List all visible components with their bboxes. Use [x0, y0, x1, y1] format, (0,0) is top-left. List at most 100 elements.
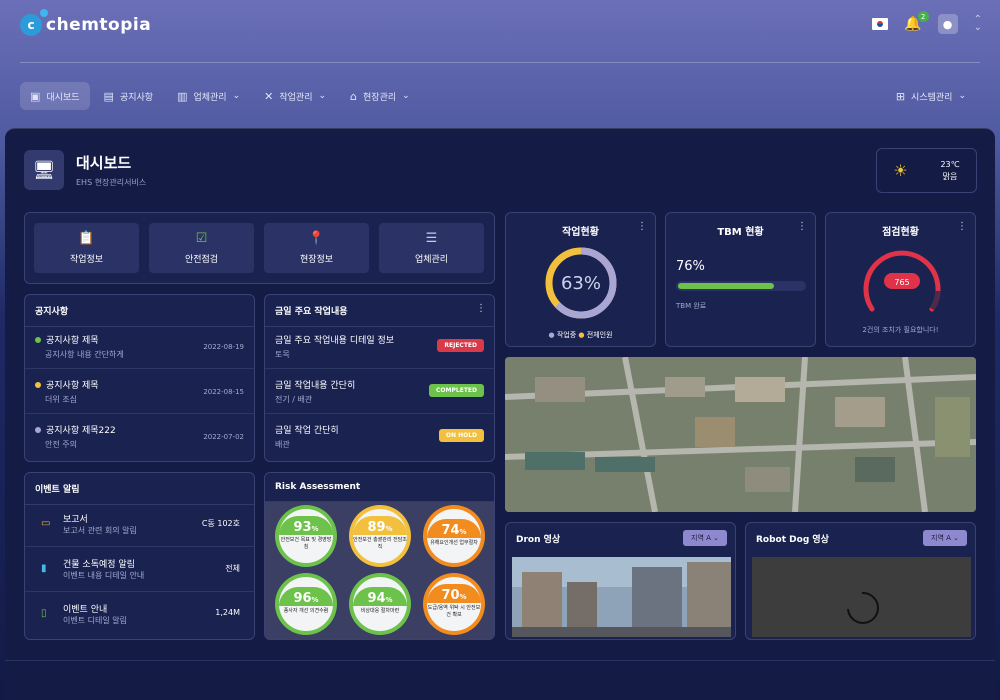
event-icon: ▯	[41, 608, 47, 619]
tbm-caption: TBM 완료	[676, 302, 707, 310]
system-icon: ⊞	[895, 89, 906, 103]
logo-text: chemtopia	[46, 15, 152, 35]
status-dot	[35, 381, 41, 388]
nav-item-notice[interactable]: ▤ 공지사항	[94, 82, 164, 110]
today-work-title: 금일 주요 작업내용	[265, 295, 494, 327]
robot-region-select[interactable]: 지역 A ⌄	[923, 530, 967, 546]
site-map[interactable]	[505, 357, 976, 512]
tbm-card: TBM 현황 ⋮ 76% TBM 완료	[665, 212, 816, 347]
status-dot	[35, 336, 41, 343]
legend-active: 작업중	[556, 331, 577, 339]
status-badge: COMPLETED	[429, 384, 484, 397]
tools-icon: ✕	[264, 89, 274, 103]
risk-gauge[interactable]: 94% 비상대응 절차마련	[349, 573, 411, 635]
more-options-icon[interactable]: ⋮	[957, 221, 967, 232]
nav-label: 대시보드	[46, 92, 80, 103]
quick-button-safety-check[interactable]: ☑ 안전점검	[149, 223, 254, 273]
risk-gauge[interactable]: 93% 안전보건 목표 및 경영방침	[275, 505, 337, 567]
quick-button-work-info[interactable]: 📋 작업정보	[34, 223, 139, 273]
notice-item-title: 공지사항 제목222	[46, 426, 116, 436]
robot-video-frame[interactable]	[752, 557, 971, 637]
inspection-count: 765	[894, 278, 909, 287]
quick-button-site-info[interactable]: 📍 현장정보	[264, 223, 369, 273]
event-item-title: 건물 소독예정 알림	[63, 560, 135, 570]
tbm-progress-fill	[678, 283, 774, 289]
logo[interactable]: c chemtopia	[20, 9, 152, 36]
more-options-icon[interactable]: ⋮	[797, 221, 807, 232]
event-row[interactable]: ▮ 건물 소독예정 알림 이벤트 내용 디테일 안내 전체	[25, 548, 254, 592]
notification-bell-icon[interactable]: 🔔 2	[904, 11, 929, 32]
event-item-value: 1,24M	[215, 608, 240, 617]
risk-value: 94%	[353, 587, 407, 606]
user-avatar-icon[interactable]: ●	[937, 14, 958, 34]
risk-title: Risk Assessment	[265, 473, 494, 502]
nav-item-work[interactable]: ✕ 작업관리 ⌄	[254, 82, 336, 110]
nav-item-system[interactable]: ⊞ 시스템관리 ⌄	[886, 82, 976, 110]
nav-item-site[interactable]: ⌂ 현장관리 ⌄	[340, 82, 420, 110]
risk-gauge[interactable]: 89% 안전보건 총괄관리 전담조직	[349, 505, 411, 567]
quick-menu-card: 📋 작업정보 ☑ 안전점검 📍 현장정보 ☰ 업체관리	[24, 212, 495, 284]
notice-card: 공지사항 공지사항 제목 공지사항 내용 간단하게 2022-08-19 공지사…	[24, 294, 255, 462]
more-options-icon[interactable]: ⋮	[476, 303, 486, 314]
more-options-icon[interactable]: ⋮	[637, 221, 647, 232]
risk-label: 비상대응 절차마련	[360, 608, 400, 614]
event-title: 이벤트 알림	[25, 473, 254, 505]
event-item-sub: 이벤트 디테일 알림	[63, 616, 127, 625]
notification-badge: 2	[917, 11, 929, 22]
legend-total: 전체인원	[586, 331, 613, 339]
nav-label: 공지사항	[119, 92, 154, 103]
page-header: 🖥 대시보드 EHS 현장관리서비스	[24, 150, 146, 190]
main-nav: ▣ 대시보드 ▤ 공지사항 ▥ 업체관리 ⌄ ✕ 작업관리 ⌄ ⌂ 현장관리 ⌄ ⊞ 시스템관리 ⌄	[20, 82, 980, 110]
event-item-value: C동 102호	[201, 519, 240, 528]
quick-button-label: 현장정보	[299, 255, 334, 265]
region-label: 지역 A	[931, 534, 951, 542]
nav-item-company[interactable]: ▥ 업체관리 ⌄	[167, 82, 250, 110]
notice-row[interactable]: 공지사항 제목222 안전 주의 2022-07-02	[25, 415, 254, 459]
risk-gauge[interactable]: 70% 도급/용역 위탁 시 안전보건 확보	[423, 573, 485, 635]
korea-flag-icon[interactable]	[872, 18, 889, 30]
notice-item-title: 공지사항 제목	[46, 336, 99, 346]
drone-region-select[interactable]: 지역 A ⌄	[683, 530, 727, 546]
bottom-divider	[5, 660, 995, 661]
event-card: 이벤트 알림 ▭ 보고서 보고서 관련 회의 알림 C동 102호 ▮ 건물 소…	[24, 472, 255, 640]
notice-item-date: 2022-08-19	[203, 343, 244, 351]
quick-button-label: 안전점검	[184, 255, 219, 265]
quick-button-label: 업체관리	[414, 255, 449, 265]
quick-button-company[interactable]: ☰ 업체관리	[379, 223, 484, 273]
building-icon: ▥	[177, 89, 188, 103]
work-status-title: 작업현황	[562, 227, 599, 238]
robot-video-card: Robot Dog 영상 지역 A ⌄	[745, 522, 976, 640]
monitor-icon: 🖥	[24, 150, 64, 190]
work-status-card: 작업현황 ⋮ 63% ● 작업중 ● 전체인원	[505, 212, 656, 347]
event-item-title: 이벤트 안내	[63, 605, 108, 615]
risk-value: 70%	[427, 583, 481, 603]
tbm-percent: 76%	[676, 259, 705, 274]
chevron-down-icon: ⌄	[402, 91, 410, 101]
region-label: 지역 A	[691, 534, 711, 542]
nav-label: 시스템관리	[911, 92, 953, 103]
notice-item-title: 공지사항 제목	[46, 381, 99, 391]
nav-item-dashboard[interactable]: ▣ 대시보드	[20, 82, 90, 110]
event-row[interactable]: ▭ 보고서 보고서 관련 회의 알림 C동 102호	[25, 503, 254, 547]
gauge-arc-rest	[929, 290, 941, 311]
nav-label: 업체관리	[193, 92, 227, 103]
event-row[interactable]: ▯ 이벤트 안내 이벤트 디테일 알림 1,24M	[25, 593, 254, 637]
notice-icon: ▤	[103, 89, 114, 103]
notice-row[interactable]: 공지사항 제목 공지사항 내용 간단하게 2022-08-19	[25, 325, 254, 369]
location-pin-icon: 📍	[308, 231, 325, 246]
work-row[interactable]: 금일 작업 간단히 배관 ON HOLD	[265, 415, 494, 459]
risk-gauge[interactable]: 96% 종사자 개선 의견수렴	[275, 573, 337, 635]
work-row[interactable]: 금일 작업내용 간단히 전기 / 배관 COMPLETED	[265, 370, 494, 414]
work-row[interactable]: 금일 주요 작업내용 디테일 정보 토목 REJECTED	[265, 325, 494, 369]
site-icon: ⌂	[350, 89, 358, 103]
quick-button-label: 작업정보	[69, 255, 104, 265]
top-bar: c chemtopia 🔔 2 ● ⌃ ⌄	[0, 0, 1000, 62]
today-work-card: 금일 주요 작업내용 ⋮ 금일 주요 작업내용 디테일 정보 토목 REJECT…	[264, 294, 495, 462]
notice-item-date: 2022-08-15	[203, 388, 244, 396]
drone-video-frame[interactable]	[512, 557, 731, 637]
notice-row[interactable]: 공지사항 제목 더위 조심 2022-08-15	[25, 370, 254, 414]
risk-gauge[interactable]: 74% 유해요인개선 업무절차	[423, 505, 485, 567]
user-menu-chevron-icon[interactable]: ⌃ ⌄	[974, 15, 982, 33]
risk-label: 도급/용역 위탁 시 안전보건 확보	[427, 604, 481, 618]
chevron-down-icon: ⌄	[318, 91, 327, 101]
